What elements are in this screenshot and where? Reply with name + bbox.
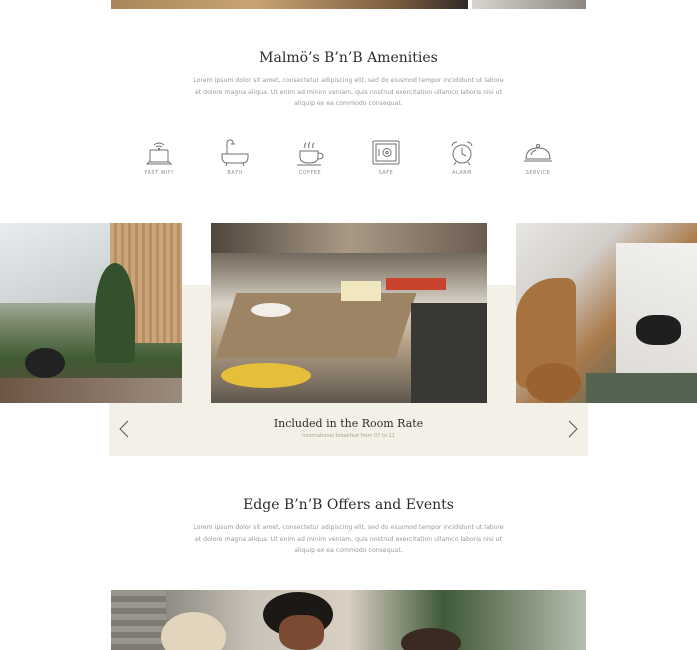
- room-rate-carousel: Included in the Room Rate International …: [0, 223, 697, 459]
- carousel-image-terrace[interactable]: [0, 223, 182, 403]
- counter-side: [411, 303, 487, 403]
- deck-floor: [0, 378, 182, 403]
- amenities-description: Lorem ipsum dolor sit amet, consectetur …: [193, 77, 504, 107]
- top-image-strip: [111, 0, 586, 9]
- person-right: [401, 628, 461, 650]
- tree: [95, 263, 135, 363]
- amenity-fast-wifi: FAST WIFI: [129, 138, 189, 176]
- events-title: Edge B’n’B Offers and Events: [243, 497, 454, 513]
- plate: [251, 303, 291, 317]
- amenity-label: FAST WIFI: [144, 171, 174, 176]
- shelves: [211, 223, 487, 253]
- laptop-wifi-icon: [145, 142, 173, 165]
- hammock: [616, 243, 697, 383]
- chevron-right-icon: [568, 420, 578, 438]
- amenity-label: SAFE: [378, 171, 394, 176]
- person-face: [279, 615, 324, 650]
- carousel-caption-title: Included in the Room Rate: [273, 417, 424, 430]
- top-image-right: [472, 0, 586, 9]
- amenities-title: Malmö’s B’n’B Amenities: [259, 50, 438, 66]
- brick-wall: [111, 590, 166, 650]
- cheese: [341, 281, 381, 301]
- tomatoes: [386, 278, 446, 290]
- amenity-bath: BATH: [205, 138, 265, 176]
- amenity-label: BATH: [227, 171, 243, 176]
- person-blonde: [161, 612, 226, 650]
- shoe: [636, 315, 681, 345]
- carousel-image-breakfast[interactable]: [211, 223, 487, 403]
- room-service-cloche-icon: [524, 144, 552, 162]
- amenity-label: COFFEE: [298, 171, 322, 176]
- events-image: [111, 590, 586, 650]
- dish: [221, 363, 311, 388]
- bathtub-icon: [221, 139, 249, 167]
- amenity-coffee: COFFEE: [280, 138, 340, 176]
- amenities-list: FAST WIFI BATH COFFEE SAFE ALARM SERVICE: [0, 138, 697, 184]
- alarm-clock-icon: [451, 141, 473, 166]
- legs: [586, 373, 697, 403]
- cutting-board: [215, 293, 417, 358]
- carousel-image-hammock[interactable]: [516, 223, 697, 403]
- safe-icon: [372, 140, 400, 165]
- events-description: Lorem ipsum dolor sit amet, consectetur …: [193, 524, 504, 554]
- dog: [526, 363, 581, 403]
- top-image-left: [111, 0, 468, 9]
- amenity-label: SERVICE: [525, 171, 551, 176]
- carousel-caption-subtitle: International breakfast from 07 to 11: [302, 433, 395, 439]
- amenity-label: ALARM: [452, 171, 472, 176]
- pouf: [25, 348, 65, 378]
- amenity-alarm: ALARM: [432, 138, 492, 176]
- amenity-safe: SAFE: [356, 138, 416, 176]
- coffee-cup-icon: [297, 141, 324, 166]
- amenity-service: SERVICE: [508, 138, 568, 176]
- carousel-next-button[interactable]: [566, 419, 580, 439]
